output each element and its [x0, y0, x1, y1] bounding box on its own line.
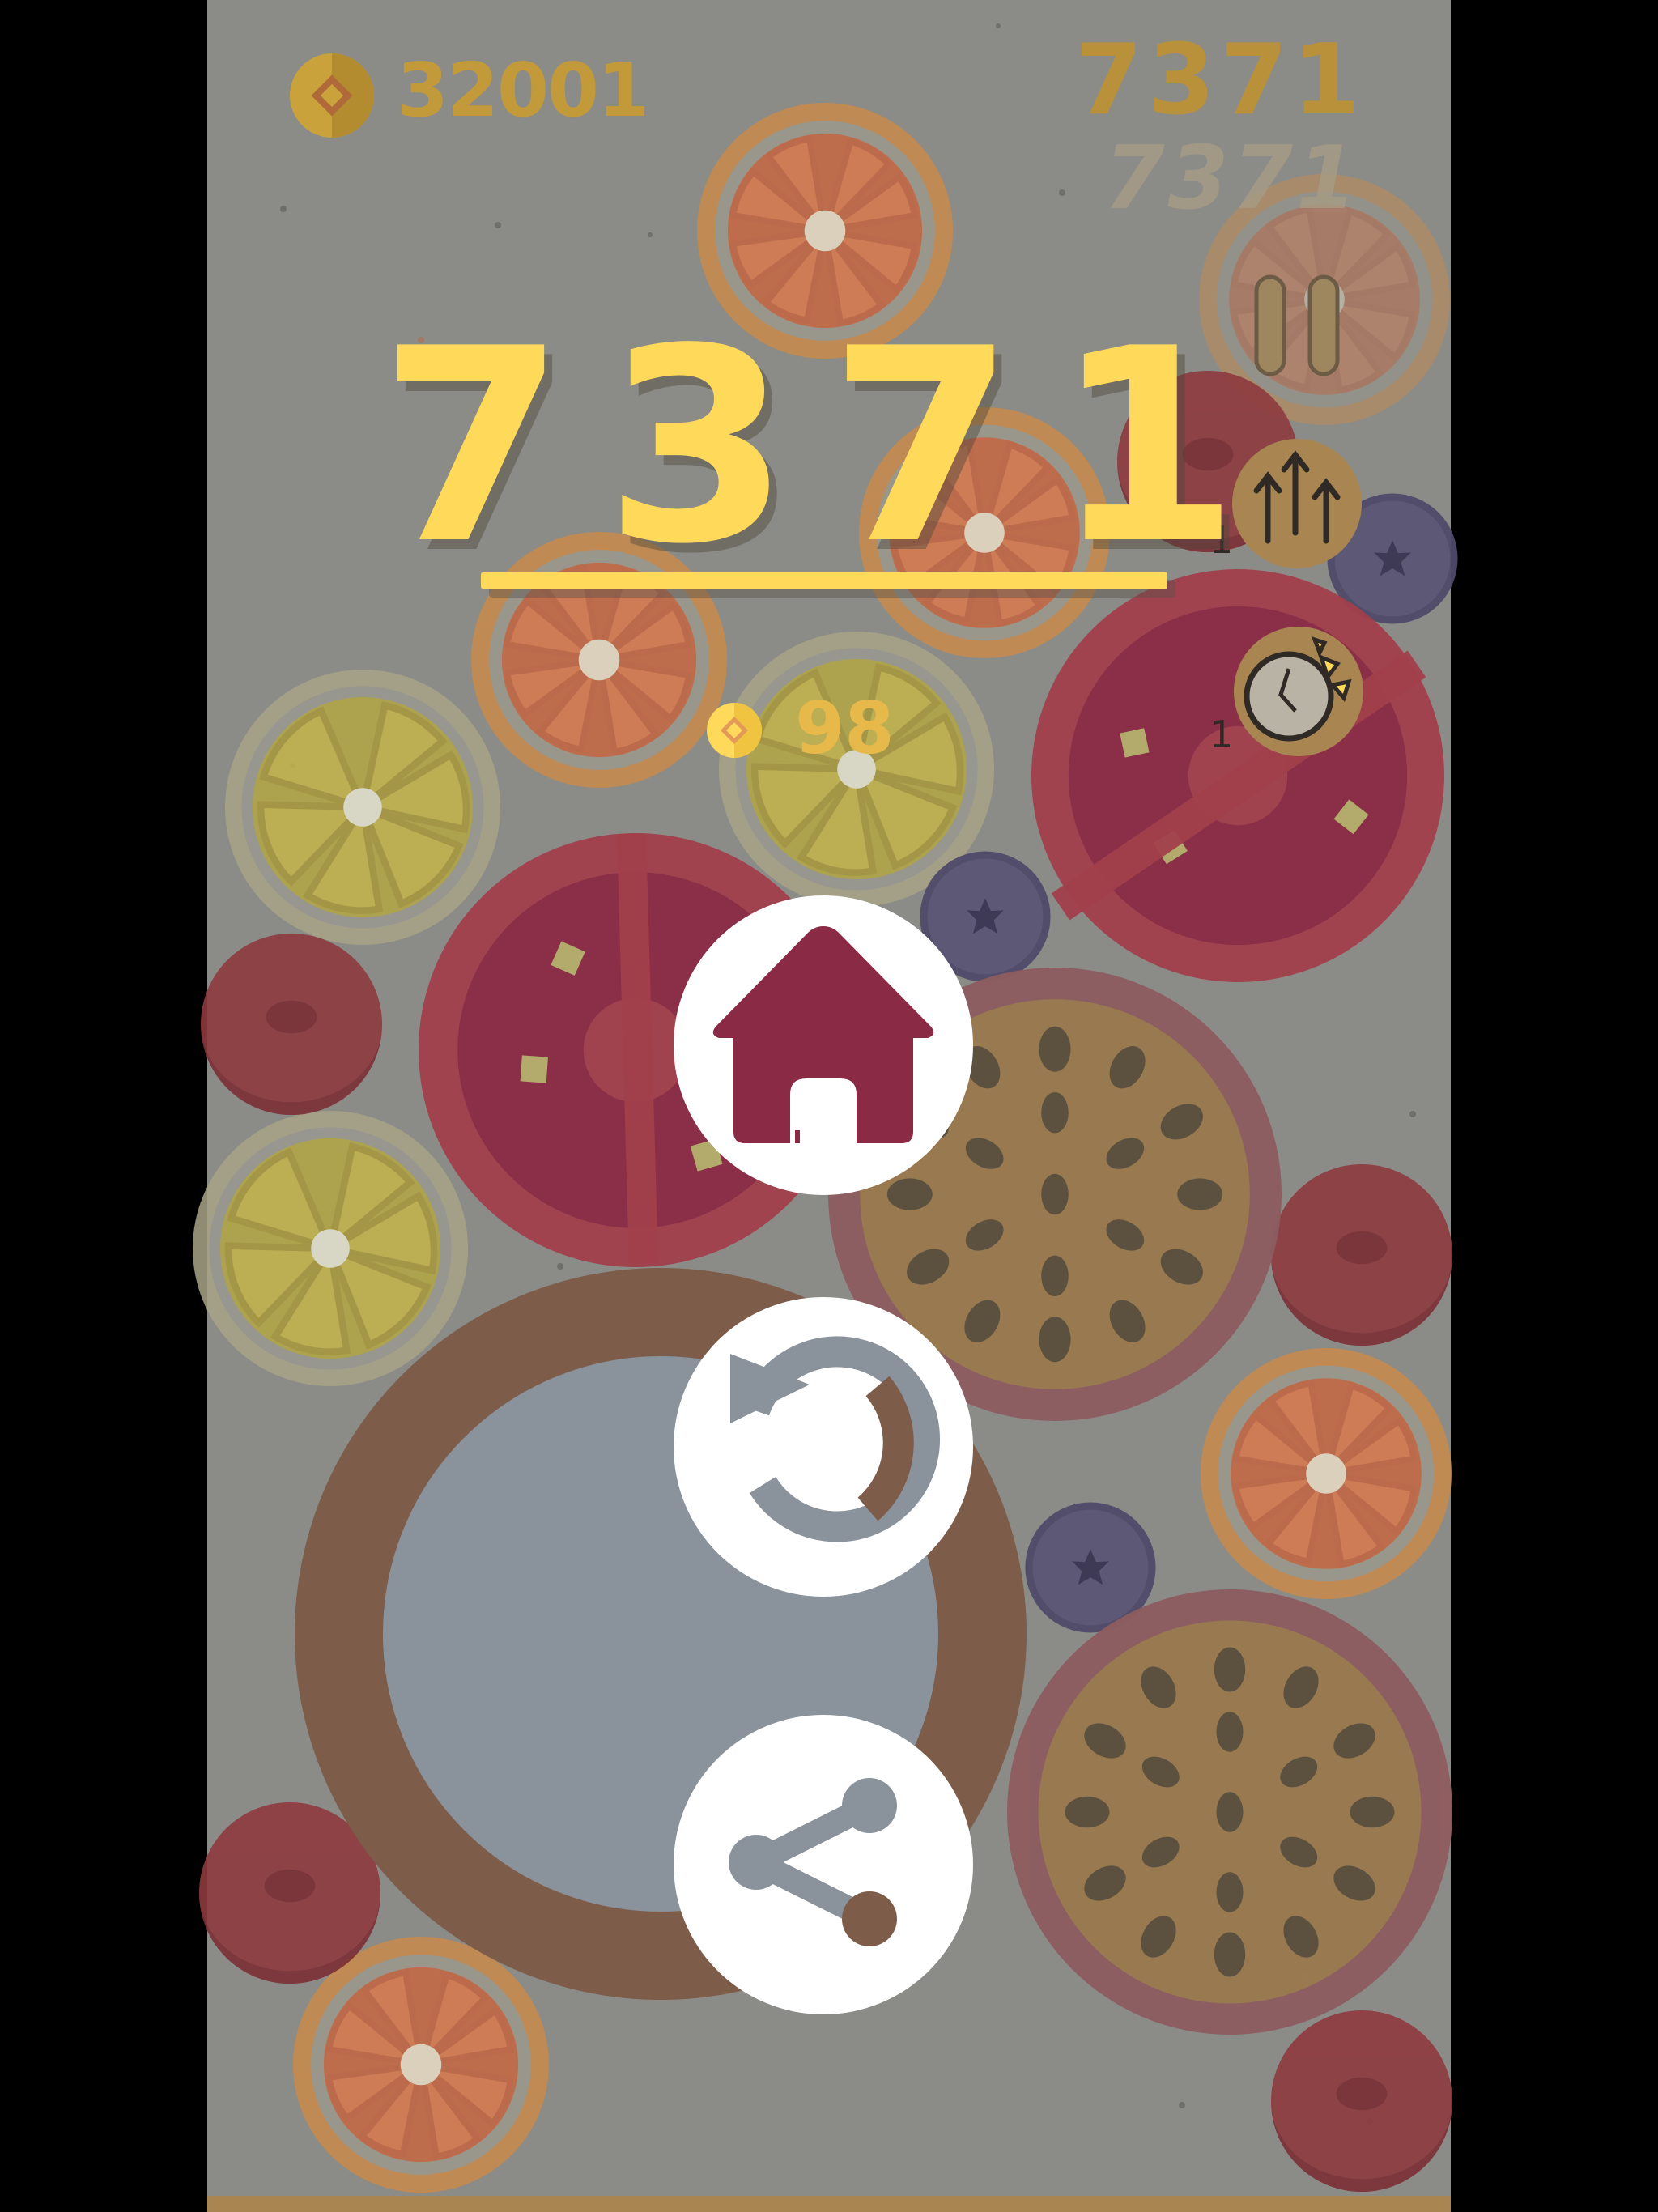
current-score: 7371	[1103, 128, 1360, 229]
powerup-smash-count: 1	[1209, 713, 1234, 756]
share-button[interactable]	[674, 1715, 973, 2014]
powerup-smash-button[interactable]	[1234, 627, 1363, 756]
home-button[interactable]	[674, 895, 973, 1195]
game-screen: 32001 7371 7371 1 1 7371 98	[0, 0, 1658, 2212]
restart-button[interactable]	[674, 1297, 973, 1597]
best-score: 7371	[1075, 24, 1365, 137]
coins-earned: 98	[795, 687, 895, 770]
coin-count: 32001	[397, 47, 649, 134]
final-score: 7371	[379, 291, 1279, 602]
home-icon	[712, 926, 934, 1143]
restart-icon	[730, 1336, 940, 1542]
share-icon	[729, 1778, 897, 1946]
coin-icon	[290, 53, 374, 138]
reward-coin-icon	[707, 703, 762, 758]
